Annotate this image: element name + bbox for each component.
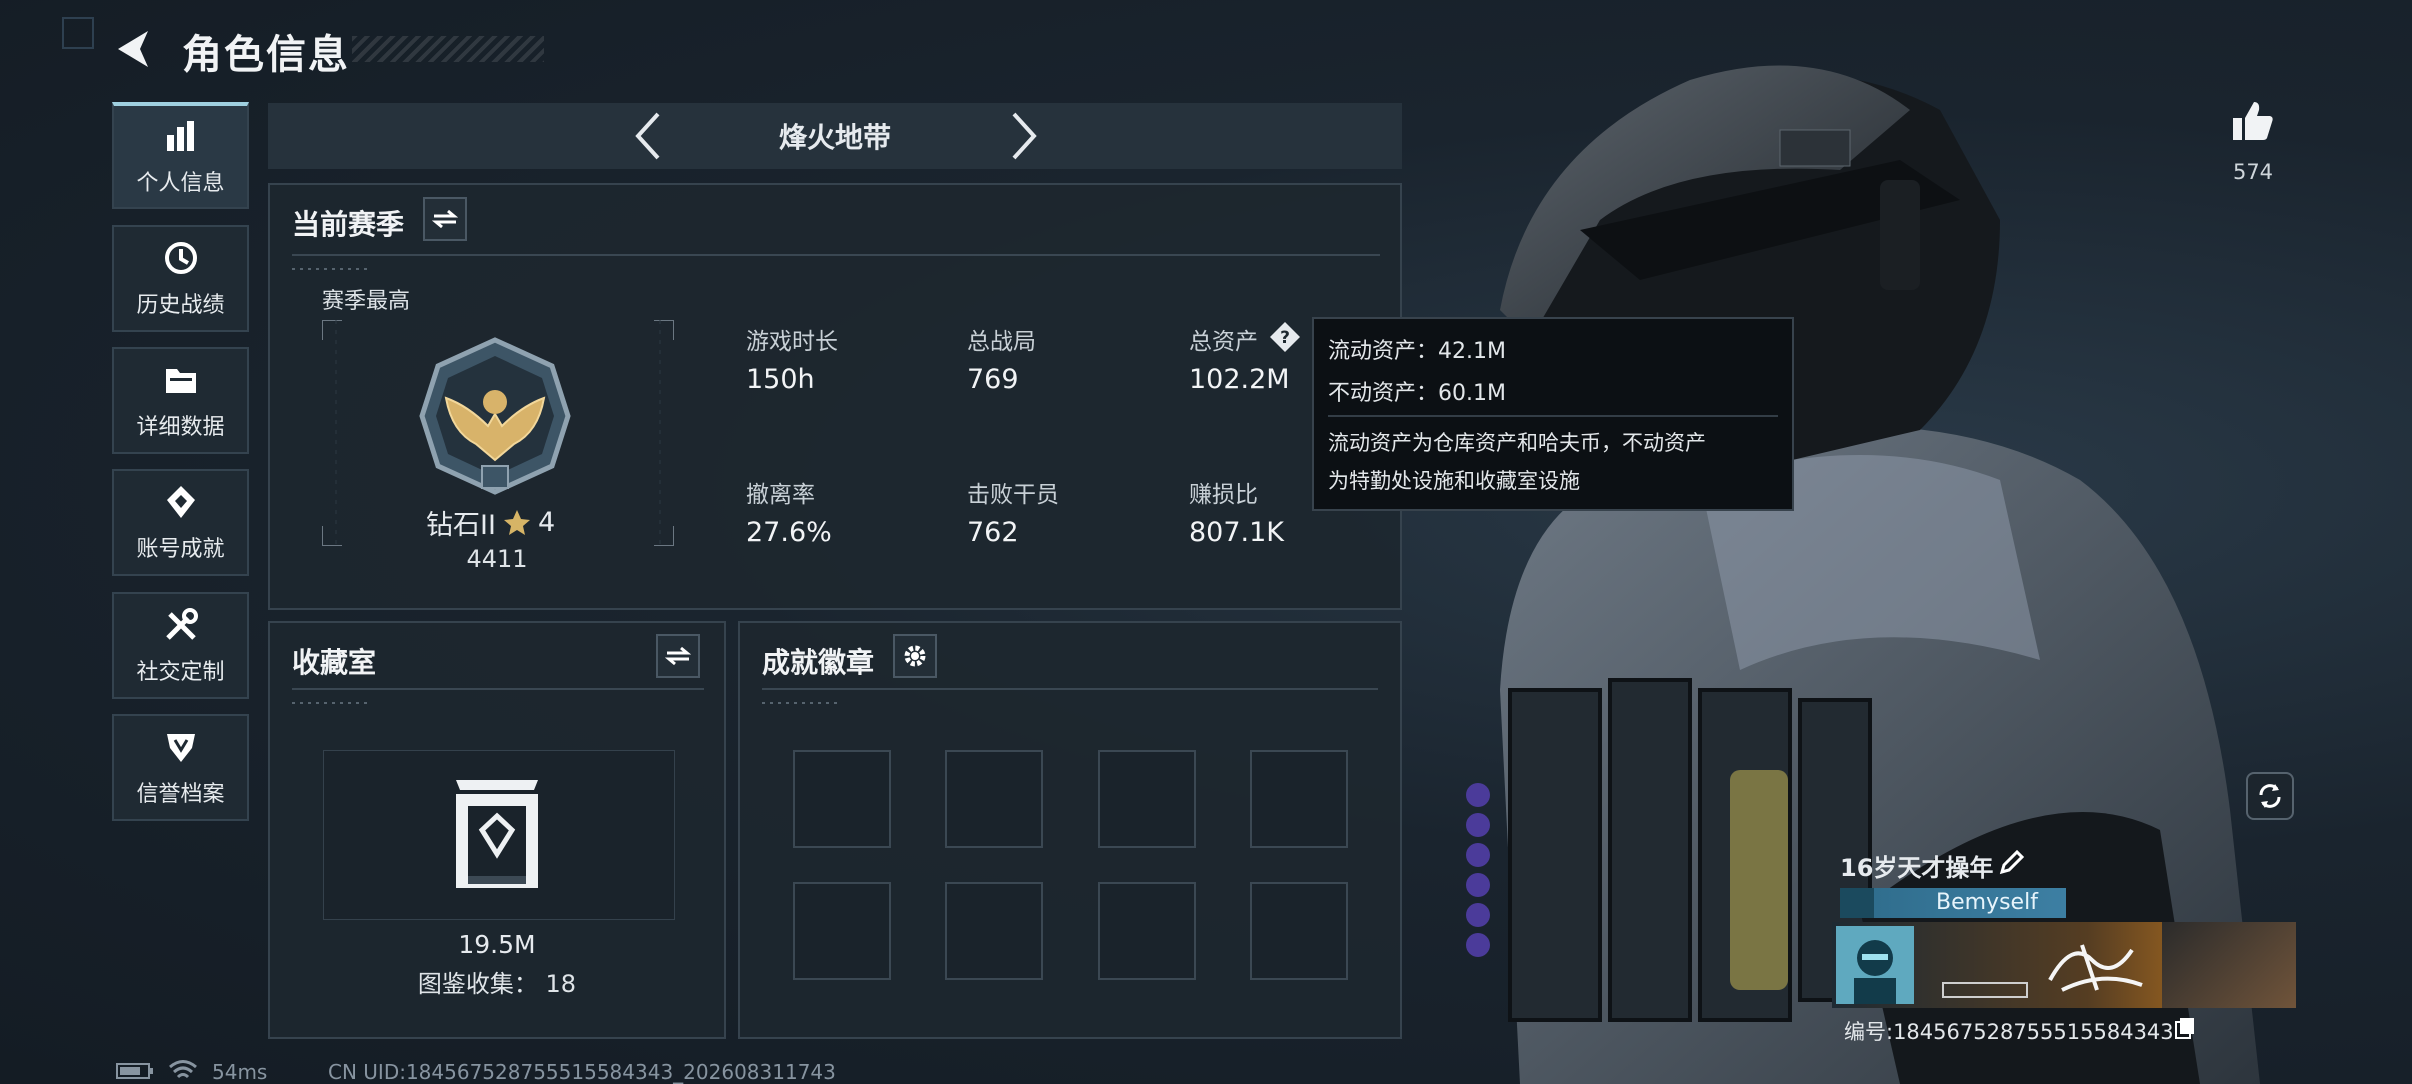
badge-slot[interactable] <box>793 882 891 980</box>
rank-points: 4411 <box>466 545 528 573</box>
player-banner <box>1832 922 2296 1008</box>
stat-value-extract-rate: 27.6% <box>746 517 832 548</box>
sidebar-item-label: 社交定制 <box>136 659 225 685</box>
gear-icon <box>904 645 926 667</box>
tag-avatar-icon <box>1840 888 1874 918</box>
likes-count: 574 <box>2232 160 2274 184</box>
badge-slot[interactable] <box>1098 750 1196 848</box>
page-title: 角色信息 <box>182 32 350 78</box>
copy-icon[interactable] <box>2174 1016 2196 1040</box>
sidebar-item-label: 详细数据 <box>136 414 225 440</box>
rank-row: 钻石II 4 <box>426 503 555 542</box>
swap-icon <box>432 209 458 229</box>
rotate-icon <box>2259 784 2281 808</box>
thumbs-up-icon[interactable] <box>2230 98 2276 144</box>
dotted-decoration <box>292 702 372 704</box>
badge-slot[interactable] <box>1250 750 1348 848</box>
stat-value-matches: 769 <box>967 364 1019 395</box>
dotted-decoration <box>292 268 372 270</box>
divider <box>292 688 704 690</box>
tooltip-fixed-assets: 不动资产：60.1M <box>1328 381 1506 406</box>
badges-title: 成就徽章 <box>762 646 875 679</box>
badge-slot[interactable] <box>1250 882 1348 980</box>
banner-bar <box>1942 982 2028 998</box>
help-icon[interactable]: ? <box>1268 320 1302 354</box>
corner-decoration <box>62 17 94 49</box>
stat-value-kills: 762 <box>967 517 1019 548</box>
sidebar-item-personal-info[interactable]: 个人信息 <box>112 102 249 209</box>
stat-label-total-assets: 总资产 <box>1189 329 1258 355</box>
calligraphy-signature <box>2048 944 2143 992</box>
history-icon <box>164 241 197 274</box>
banner-soldier-art <box>2162 922 2296 1008</box>
sidebar-item-label: 账号成就 <box>136 536 225 562</box>
svg-text:?: ? <box>1280 328 1290 348</box>
sidebar-item-label: 历史战绩 <box>136 292 225 318</box>
badges-settings-button[interactable] <box>893 634 937 678</box>
rotate-view-button[interactable] <box>2246 772 2294 820</box>
badge-slot[interactable] <box>945 750 1043 848</box>
chevron-left-icon[interactable] <box>628 108 668 164</box>
stat-label-playtime: 游戏时长 <box>746 329 838 355</box>
player-tag-banner: Bemyself <box>1840 888 2066 918</box>
player-nickname: 16岁天才操年 <box>1840 854 1994 882</box>
wifi-icon <box>169 1060 197 1079</box>
battery-icon <box>116 1063 153 1079</box>
player-id: 编号:18456752875551558434​3 <box>1844 1020 2174 1044</box>
tooltip-description-line2: 为特勤处设施和收藏室设施 <box>1328 469 1580 493</box>
shield-badge-icon <box>166 733 195 762</box>
player-tag: Bemyself <box>1936 890 2038 915</box>
stat-value-profit-ratio: 807.1K <box>1189 517 1285 548</box>
sidebar-item-history[interactable]: 历史战绩 <box>112 225 249 332</box>
rank-stars: 4 <box>537 507 556 538</box>
tooltip-liquid-assets: 流动资产：42.1M <box>1328 339 1506 364</box>
collection-catalog-count: 图鉴收集： 18 <box>417 970 577 998</box>
sidebar-item-detail-data[interactable]: 详细数据 <box>112 347 249 454</box>
stat-value-total-assets: 102.2M <box>1189 364 1290 395</box>
badge-slot[interactable] <box>1098 882 1196 980</box>
dotted-decoration <box>762 702 842 704</box>
sidebar-item-reputation[interactable]: 信誉档案 <box>112 714 249 821</box>
title-decoration <box>352 36 544 62</box>
collection-title: 收藏室 <box>292 646 377 679</box>
tooltip-description-line1: 流动资产为仓库资产和哈夫币，不动资产 <box>1328 431 1706 455</box>
back-arrow-icon[interactable] <box>112 27 156 71</box>
divider <box>762 688 1378 690</box>
rank-emblem-icon <box>419 337 571 495</box>
player-avatar <box>1836 926 1914 1004</box>
season-best-label: 赛季最高 <box>322 289 411 314</box>
season-title: 当前赛季 <box>292 208 405 241</box>
stat-label-profit-ratio: 赚损比 <box>1189 482 1258 508</box>
badge-slot[interactable] <box>793 750 891 848</box>
stat-value-playtime: 150h <box>746 364 815 395</box>
sidebar-item-label: 信誉档案 <box>136 781 225 807</box>
sidebar-item-social[interactable]: 社交定制 <box>112 592 249 699</box>
edit-pencil-icon[interactable] <box>1998 848 2026 876</box>
bar-chart-icon <box>166 120 194 151</box>
star-icon <box>503 509 530 535</box>
stat-label-matches: 总战局 <box>967 329 1036 355</box>
achievement-icon <box>166 485 195 518</box>
stat-label-kills: 击败干员 <box>967 482 1059 508</box>
chevron-right-icon[interactable] <box>1004 108 1044 164</box>
collection-room-icon <box>456 780 538 888</box>
folder-icon <box>165 368 196 393</box>
uid-text: CN UID:184567528755515584343_20260831174… <box>328 1060 836 1084</box>
collection-switch-button[interactable] <box>656 634 700 678</box>
rank-name: 钻石II <box>426 510 496 541</box>
sidebar-item-achievements[interactable]: 账号成就 <box>112 469 249 576</box>
asset-tooltip: 流动资产：42.1M 不动资产：60.1M 流动资产为仓库资产和哈夫币，不动资产… <box>1312 317 1794 511</box>
stat-label-extract-rate: 撤离率 <box>746 482 815 508</box>
divider <box>292 254 1380 256</box>
mode-tab-title: 烽火地带 <box>778 121 891 154</box>
ping-value: 54ms <box>212 1060 268 1084</box>
avatar-face-icon <box>1854 940 1896 1004</box>
collection-value: 19.5M <box>458 930 536 959</box>
tooltip-divider <box>1328 415 1778 417</box>
tools-icon <box>165 607 198 640</box>
season-switch-button[interactable] <box>423 197 467 241</box>
sidebar-item-label: 个人信息 <box>136 170 225 196</box>
swap-icon <box>665 646 691 666</box>
badge-slot[interactable] <box>945 882 1043 980</box>
